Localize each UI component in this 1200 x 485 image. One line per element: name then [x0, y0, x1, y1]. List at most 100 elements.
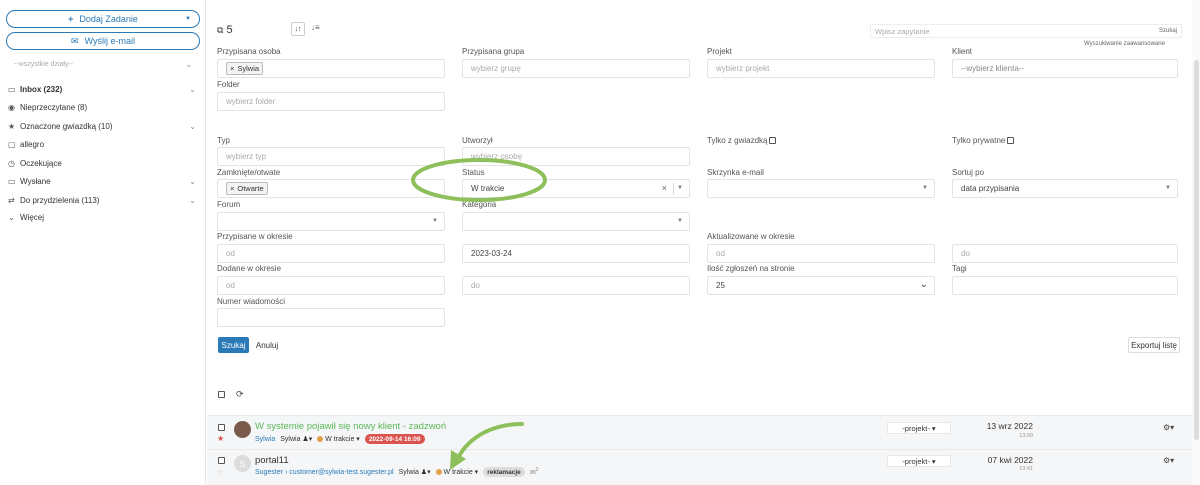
private-only-checkbox[interactable]: Tylko prywatne	[952, 136, 1015, 145]
search-submit-button[interactable]: Szukaj	[218, 337, 249, 353]
chevron-down-icon[interactable]: ⌄	[189, 85, 196, 94]
category-label: Kategoria	[462, 200, 497, 209]
ticket-title[interactable]: W systemie pojawił się nowy klient - zad…	[255, 421, 446, 432]
starred-only-checkbox[interactable]: Tylko z gwiazdką	[707, 136, 777, 145]
client-select[interactable]: --wybierz klienta--	[952, 59, 1178, 78]
per-page-label: Ilość zgłoszeń na stronie	[707, 264, 795, 273]
forum-select[interactable]: ▼	[217, 212, 445, 231]
status-dropdown[interactable]: W trakcie ▾	[435, 468, 478, 476]
tags-input[interactable]	[952, 276, 1178, 295]
per-page-value: 25	[716, 281, 725, 290]
chevron-down-icon[interactable]: ⌄	[189, 196, 196, 205]
added-from-input[interactable]: od	[217, 276, 445, 295]
sidebar-item-to-assign[interactable]: ⇄ Do przydzielenia (113) ⌄	[8, 191, 200, 209]
project-dropdown[interactable]: -projekt- ▾	[887, 455, 951, 467]
advanced-search-link[interactable]: Wyszukiwanie zaawansowane	[1084, 41, 1165, 47]
folder-select[interactable]: wybierz folder	[217, 92, 445, 111]
sidebar-item-allegro[interactable]: ▢ allegro	[8, 135, 200, 153]
clear-icon[interactable]: ×	[662, 183, 667, 193]
cancel-button[interactable]: Anuluj	[252, 337, 282, 353]
row-checkbox[interactable]	[218, 457, 225, 464]
chevron-down-icon[interactable]: ⌄	[189, 122, 196, 131]
add-task-button[interactable]: + Dodaj Zadanie ▼	[6, 10, 200, 28]
scrollbar-thumb[interactable]	[1194, 60, 1199, 440]
updated-to-input[interactable]: do	[952, 244, 1178, 263]
ticket-title[interactable]: portal11	[255, 455, 289, 466]
client-link[interactable]: Sylwia	[255, 436, 275, 443]
caret-down-icon[interactable]: ▼	[432, 218, 438, 224]
remove-icon[interactable]: ×	[230, 184, 234, 193]
attachment-icon[interactable]: ✉2	[530, 467, 539, 476]
refresh-icon[interactable]: ⟳	[236, 389, 244, 400]
selected-tag[interactable]: × Otwarte	[226, 182, 268, 195]
assigned-from-input[interactable]: od	[217, 244, 445, 263]
sidebar-item-label: Nieprzeczytane (8)	[20, 102, 88, 112]
caret-down-icon[interactable]: ▼	[677, 218, 683, 224]
caret-down-icon[interactable]: ▼	[677, 185, 683, 191]
add-task-label: Dodaj Zadanie	[79, 14, 138, 24]
category-select[interactable]: ▼	[462, 212, 690, 231]
search-button[interactable]: Szukaj	[1159, 28, 1177, 34]
sort-by-select[interactable]: data przypisania ▼	[952, 179, 1178, 198]
checkbox[interactable]	[1007, 137, 1015, 145]
send-email-button[interactable]: ✉ Wyślij e-mail	[6, 32, 200, 50]
created-by-select[interactable]: wybierz osobę	[462, 147, 690, 166]
table-row[interactable]: ★ W systemie pojawił się nowy klient - z…	[207, 415, 1192, 449]
department-select[interactable]: --wszystkie działy--	[14, 61, 73, 68]
selected-tag[interactable]: × Sylwia	[226, 62, 264, 75]
assigned-group-select[interactable]: wybierz grupę	[462, 59, 690, 78]
gear-icon[interactable]: ⚙▾	[1163, 456, 1174, 465]
gear-icon[interactable]: ⚙▾	[1163, 423, 1174, 432]
caret-down-icon[interactable]: ▼	[1165, 185, 1171, 191]
sidebar-item-label: Oczekujące	[20, 158, 62, 168]
chevron-down-icon[interactable]: ⌄	[920, 279, 928, 290]
export-list-button[interactable]: Exportuj listę	[1128, 337, 1180, 353]
sort-order-icon[interactable]: ↓↑	[291, 22, 305, 36]
sidebar-item-starred[interactable]: ★ Oznaczone gwiazdką (10) ⌄	[8, 117, 200, 135]
project-dropdown[interactable]: -projekt- ▾	[887, 422, 951, 434]
folder-icon: ▢	[8, 139, 16, 149]
type-select[interactable]: wybierz typ	[217, 147, 445, 166]
sort-desc-icon[interactable]: ↓≡	[311, 23, 320, 32]
project-select[interactable]: wybierz projekt	[707, 59, 935, 78]
mailbox-select[interactable]: ▼	[707, 179, 935, 198]
scrollbar[interactable]	[1192, 0, 1200, 485]
chevron-down-icon[interactable]: ⌄	[185, 59, 193, 70]
transfer-icon: ⇄	[8, 195, 15, 205]
assigned-person-select[interactable]: × Sylwia	[217, 59, 445, 78]
client-link[interactable]: Sugester › customer@sylwia-test.sugester…	[255, 469, 394, 476]
tag-label: Sylwia	[237, 64, 260, 73]
caret-down-icon[interactable]: ▼	[922, 185, 928, 191]
closed-open-select[interactable]: × Otwarte	[217, 179, 445, 198]
caret-down-icon[interactable]: ▼	[185, 16, 191, 22]
status-select[interactable]: W trakcie × ▼	[462, 179, 690, 198]
sidebar-item-unread[interactable]: ◉ Nieprzeczytane (8)	[8, 98, 200, 116]
table-row[interactable]: ☆ S portal11 Sugester › customer@sylwia-…	[207, 449, 1192, 485]
updated-from-input[interactable]: od	[707, 244, 935, 263]
avatar: S	[234, 455, 251, 472]
message-number-input[interactable]	[217, 308, 445, 327]
sidebar-item-pending[interactable]: ◷ Oczekujące	[8, 154, 200, 172]
star-outline-icon[interactable]: ☆	[217, 468, 224, 477]
sidebar: + Dodaj Zadanie ▼ ✉ Wyślij e-mail --wszy…	[0, 0, 206, 485]
row-checkbox[interactable]	[218, 424, 225, 431]
ticket-time: 13:41	[1019, 466, 1033, 472]
assigned-to-input[interactable]: 2023-03-24	[462, 244, 690, 263]
chevron-down-icon[interactable]: ⌄	[189, 177, 196, 186]
star-icon[interactable]: ★	[217, 434, 224, 443]
select-all-checkbox[interactable]	[218, 391, 225, 398]
assigned-period-label: Przypisane w okresie	[217, 232, 293, 241]
sidebar-item-sent[interactable]: ▭ Wysłane ⌄	[8, 172, 200, 190]
status-dropdown[interactable]: W trakcie ▾	[317, 435, 360, 443]
sidebar-item-inbox[interactable]: ▭ Inbox (232) ⌄	[8, 80, 200, 98]
assignee-dropdown[interactable]: Sylwia ♟▾	[280, 435, 312, 443]
added-to-input[interactable]: do	[462, 276, 690, 295]
sidebar-item-more[interactable]: ⌄ Więcej	[8, 208, 200, 226]
assignee-dropdown[interactable]: Sylwia ♟▾	[399, 468, 431, 476]
tag-badge[interactable]: reklamacje	[483, 467, 525, 477]
sidebar-item-label: Oznaczone gwiazdką (10)	[20, 121, 113, 131]
per-page-select[interactable]: 25 ⌄	[707, 276, 935, 295]
remove-icon[interactable]: ×	[230, 64, 234, 73]
checkbox[interactable]	[769, 137, 777, 145]
search-input[interactable]: Wpisz zapytanie	[871, 27, 930, 36]
